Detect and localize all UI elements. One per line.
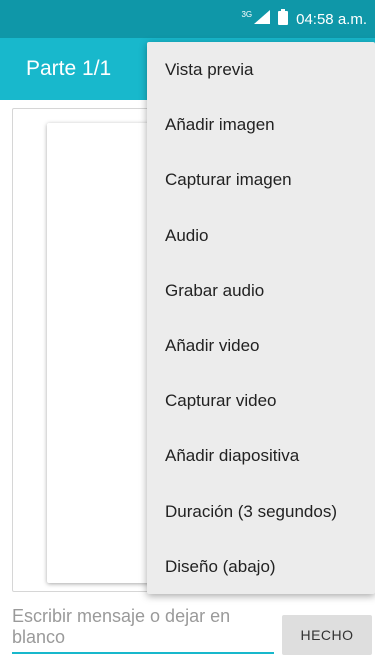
battery-icon (278, 9, 289, 29)
menu-item-preview[interactable]: Vista previa (147, 42, 375, 97)
overflow-menu: Vista previa Añadir imagen Capturar imag… (147, 42, 375, 594)
signal-icon (254, 10, 271, 28)
menu-item-add-slide[interactable]: Añadir diapositiva (147, 428, 375, 483)
menu-item-capture-image[interactable]: Capturar imagen (147, 152, 375, 207)
menu-item-add-image[interactable]: Añadir imagen (147, 97, 375, 152)
menu-item-layout[interactable]: Diseño (abajo) (147, 539, 375, 594)
menu-item-capture-video[interactable]: Capturar video (147, 373, 375, 428)
page-title: Parte 1/1 (26, 57, 112, 80)
network-type-label: 3G (241, 9, 253, 19)
clock: 04:58 a.m. (296, 10, 367, 28)
menu-item-duration[interactable]: Duración (3 segundos) (147, 484, 375, 539)
status-bar: 3G 04:58 a.m. (0, 0, 375, 38)
done-button[interactable]: HECHO (282, 615, 372, 655)
menu-item-record-audio[interactable]: Grabar audio (147, 263, 375, 318)
menu-item-audio[interactable]: Audio (147, 208, 375, 263)
menu-item-add-video[interactable]: Añadir video (147, 318, 375, 373)
status-icons: 3G 04:58 a.m. (241, 0, 367, 38)
message-input[interactable] (12, 606, 274, 654)
